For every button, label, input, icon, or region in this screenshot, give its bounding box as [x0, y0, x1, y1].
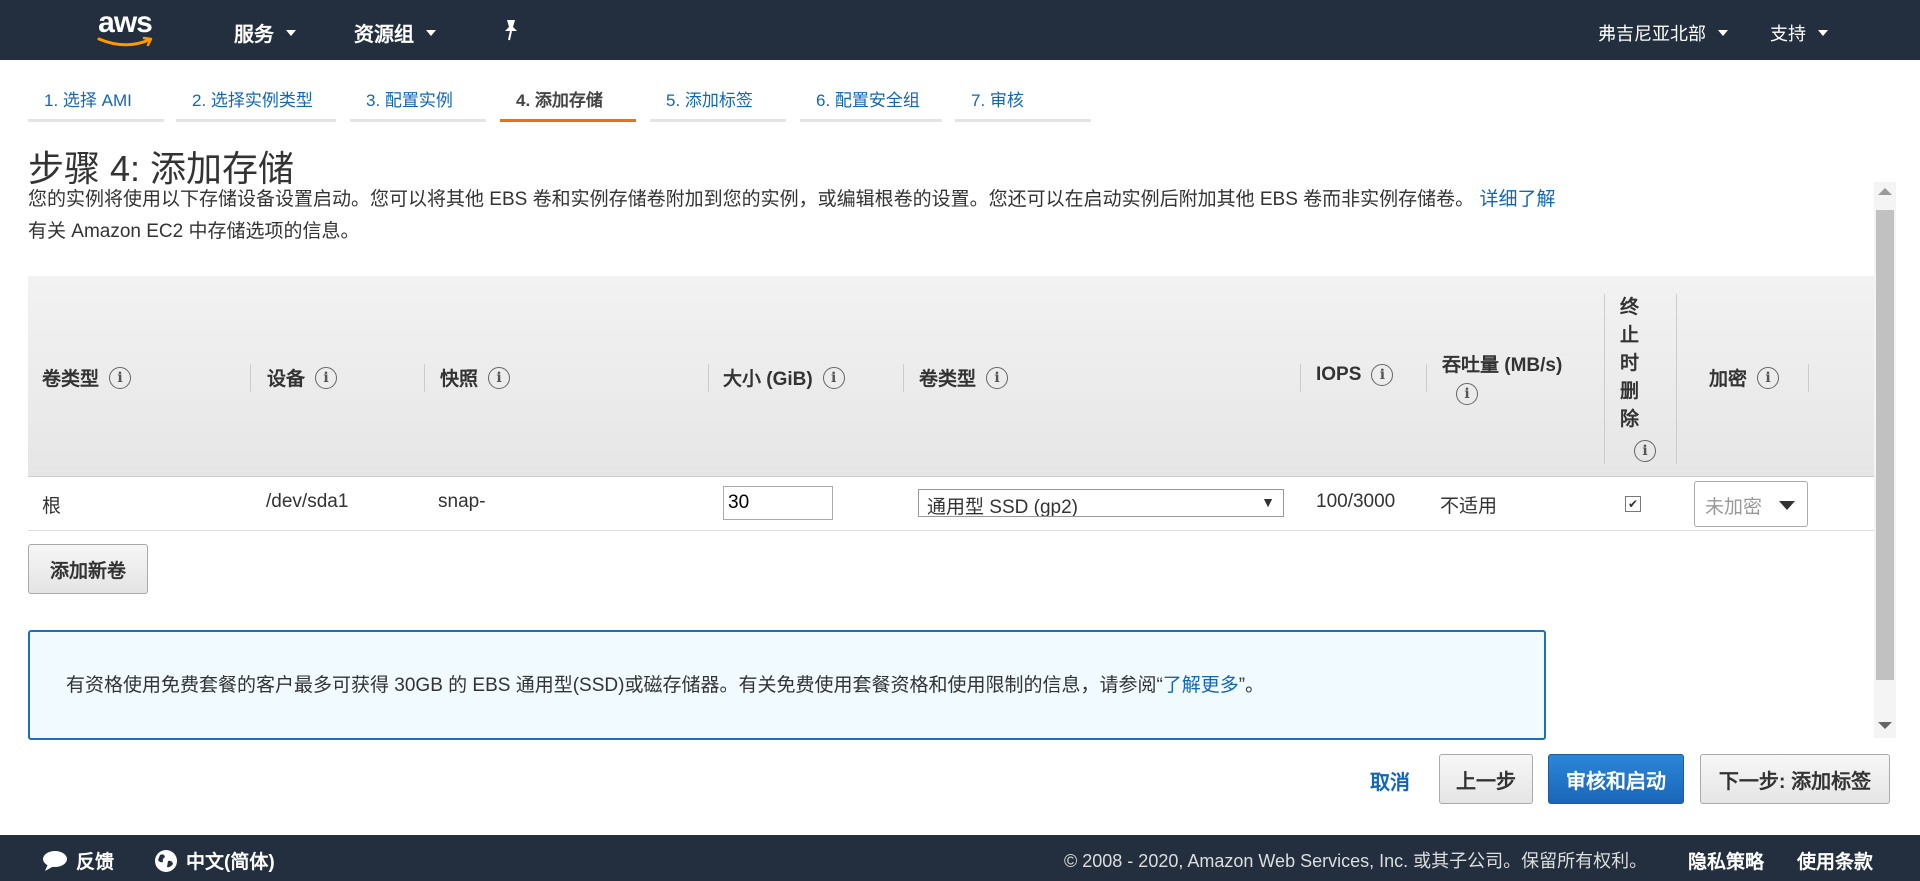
region-label: 弗吉尼亚北部: [1598, 24, 1706, 44]
language-selector[interactable]: 中文(简体): [154, 847, 275, 874]
language-label: 中文(简体): [186, 852, 275, 873]
chevron-down-icon: [1818, 30, 1828, 36]
info-icon[interactable]: i: [1371, 364, 1394, 386]
size-input[interactable]: [723, 486, 833, 520]
terms-of-use-link[interactable]: 使用条款: [1797, 847, 1873, 874]
next-add-tags-button[interactable]: 下一步: 添加标签: [1700, 754, 1890, 804]
review-and-launch-button[interactable]: 审核和启动: [1548, 754, 1684, 804]
column-divider: [424, 364, 425, 392]
step-tab-review[interactable]: 7. 审核: [955, 86, 1091, 122]
column-divider: [1604, 294, 1605, 464]
cell-snapshot: snap-: [438, 491, 486, 512]
cell-throughput: 不适用: [1440, 496, 1498, 517]
chevron-down-icon: [286, 29, 296, 36]
header-label: 加密: [1709, 369, 1748, 390]
learn-more-link[interactable]: 了解更多: [1163, 675, 1239, 696]
column-divider: [903, 364, 904, 392]
header-throughput: 吞吐量 (MB/s) i: [1442, 350, 1562, 405]
step-tab-add-tags[interactable]: 5. 添加标签: [650, 86, 786, 122]
volume-type-value: 通用型 SSD (gp2): [927, 497, 1078, 517]
resource-groups-label: 资源组: [354, 24, 414, 46]
header-label: 快照: [440, 369, 479, 390]
copyright-text: © 2008 - 2020, Amazon Web Services, Inc.…: [1064, 851, 1648, 871]
scroll-down-arrow-icon[interactable]: [1878, 722, 1892, 729]
column-divider: [1426, 364, 1427, 392]
info-icon[interactable]: i: [822, 366, 845, 389]
column-divider: [1808, 364, 1809, 392]
privacy-policy-link[interactable]: 隐私策略: [1688, 847, 1764, 874]
step-tab-configure-security-group[interactable]: 6. 配置安全组: [800, 86, 942, 122]
description-text: 您的实例将使用以下存储设备设置启动。您可以将其他 EBS 卷和实例存储卷附加到您…: [28, 189, 1475, 210]
dropdown-arrow-icon: ▼: [1261, 494, 1275, 510]
step-tab-add-storage[interactable]: 4. 添加存储: [500, 86, 636, 122]
speech-bubble-icon: [43, 850, 67, 871]
aws-logo[interactable]: aws: [90, 8, 160, 52]
top-navigation-bar: aws 服务 资源组 弗吉尼亚北部 支持: [0, 0, 1920, 60]
header-label: 卷类型: [42, 369, 100, 390]
header-size: 大小 (GiB) i: [723, 364, 845, 391]
encryption-value: 未加密: [1705, 497, 1761, 518]
header-label: 终止时删除: [1620, 297, 1640, 430]
info-icon[interactable]: i: [986, 366, 1009, 389]
info-icon[interactable]: i: [1757, 366, 1780, 389]
support-menu[interactable]: 支持: [1770, 20, 1828, 46]
cell-iops: 100/3000: [1316, 491, 1396, 512]
scrollbar-thumb[interactable]: [1876, 210, 1894, 680]
header-label: 大小 (GiB): [723, 369, 813, 390]
globe-icon: [155, 849, 177, 872]
column-divider: [250, 364, 251, 392]
header-label: 卷类型: [919, 369, 977, 390]
info-icon[interactable]: i: [109, 366, 132, 389]
header-label: 设备: [267, 369, 306, 390]
header-delete-on-termination: 终止时删除 i: [1620, 294, 1656, 462]
cancel-button[interactable]: 取消: [1370, 766, 1410, 795]
add-new-volume-button[interactable]: 添加新卷: [28, 544, 148, 594]
footer-bar: 反馈 中文(简体) © 2008 - 2020, Amazon Web Serv…: [0, 835, 1920, 881]
resource-groups-menu[interactable]: 资源组: [354, 18, 436, 47]
header-encryption: 加密 i: [1709, 364, 1780, 391]
chevron-down-icon: [1779, 501, 1795, 510]
info-icon[interactable]: i: [1634, 440, 1656, 462]
feedback-link[interactable]: 反馈: [42, 847, 114, 874]
chevron-down-icon: [1718, 30, 1728, 36]
info-icon[interactable]: i: [488, 366, 511, 389]
info-text: 有资格使用免费套餐的客户最多可获得 30GB 的 EBS 通用型(SSD)或磁存…: [66, 675, 1163, 696]
scroll-up-arrow-icon[interactable]: [1878, 188, 1892, 195]
learn-more-link[interactable]: 详细了解: [1479, 189, 1555, 210]
previous-button[interactable]: 上一步: [1439, 754, 1533, 804]
support-label: 支持: [1770, 24, 1806, 44]
step-tab-configure-instance[interactable]: 3. 配置实例: [350, 86, 486, 122]
header-device: 设备 i: [267, 364, 338, 391]
column-divider: [708, 364, 709, 392]
column-divider: [1300, 364, 1301, 392]
column-divider: [1676, 294, 1677, 464]
aws-logo-text: aws: [98, 6, 153, 39]
info-icon[interactable]: i: [1456, 383, 1478, 405]
page-description: 您的实例将使用以下存储设备设置启动。您可以将其他 EBS 卷和实例存储卷附加到您…: [28, 184, 1558, 248]
cell-volume-type: 根: [42, 496, 62, 517]
header-label: IOPS: [1316, 364, 1362, 385]
header-volume-type: 卷类型 i: [42, 364, 132, 391]
volume-type-select[interactable]: 通用型 SSD (gp2) ▼: [918, 489, 1284, 517]
services-menu[interactable]: 服务: [234, 18, 296, 47]
chevron-down-icon: [426, 29, 436, 36]
services-label: 服务: [234, 24, 274, 46]
cell-device: /dev/sda1: [266, 491, 349, 512]
region-menu[interactable]: 弗吉尼亚北部: [1598, 20, 1728, 46]
delete-on-termination-checkbox[interactable]: ✔: [1625, 496, 1641, 512]
pin-icon[interactable]: [500, 18, 522, 42]
encryption-select[interactable]: 未加密: [1694, 481, 1808, 527]
feedback-label: 反馈: [76, 852, 115, 873]
header-snapshot: 快照 i: [440, 364, 511, 391]
header-label: 吞吐量 (MB/s): [1442, 355, 1563, 376]
free-tier-info-box: 有资格使用免费套餐的客户最多可获得 30GB 的 EBS 通用型(SSD)或磁存…: [28, 630, 1546, 740]
header-iops: IOPS i: [1316, 364, 1394, 386]
step-tab-choose-ami[interactable]: 1. 选择 AMI: [28, 86, 164, 122]
header-vol-type: 卷类型 i: [919, 364, 1009, 391]
description-text-end: 有关 Amazon EC2 中存储选项的信息。: [28, 221, 360, 242]
info-text-end: ”。: [1238, 675, 1265, 696]
step-tab-choose-instance-type[interactable]: 2. 选择实例类型: [176, 86, 336, 122]
info-icon[interactable]: i: [315, 366, 338, 389]
